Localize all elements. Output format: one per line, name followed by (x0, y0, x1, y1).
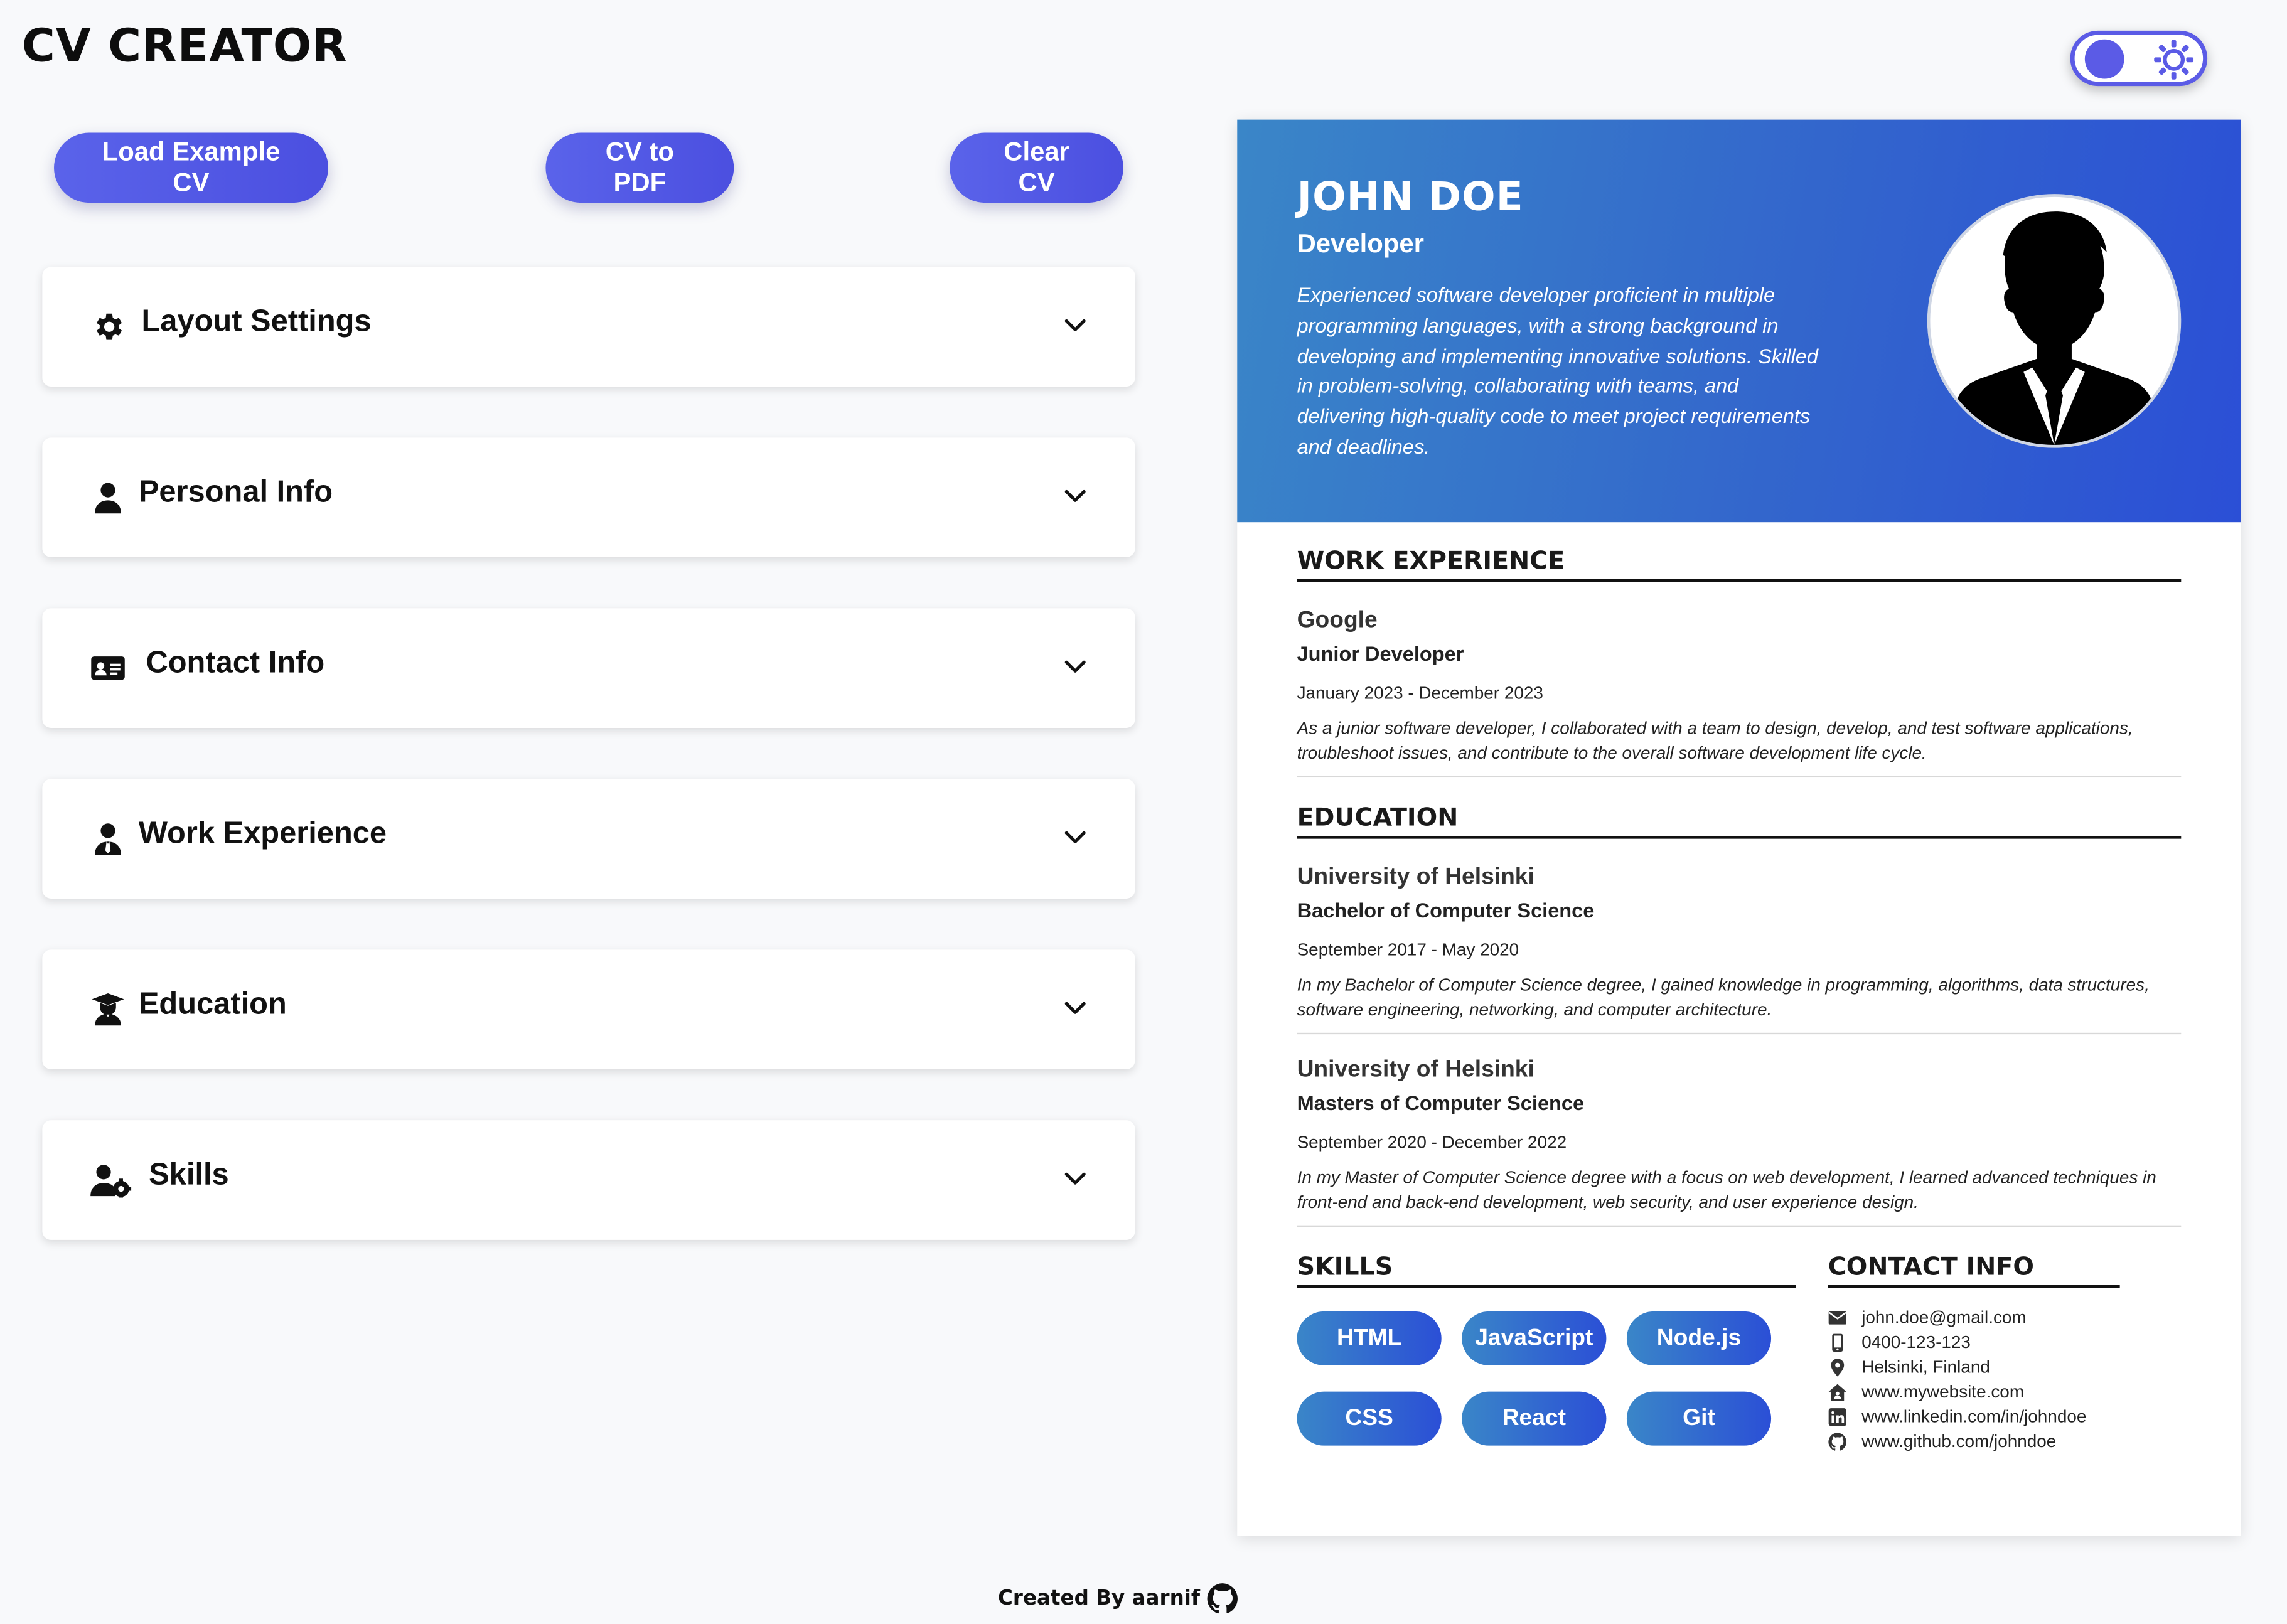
contact-linkedin: www.linkedin.com/in/johndoe (1828, 1406, 2087, 1427)
skill-pill: CSS (1297, 1391, 1442, 1446)
entry-dates: September 2020 - December 2022 (1297, 1131, 1567, 1153)
entry-dates: September 2017 - May 2020 (1297, 939, 1519, 960)
footer-text: Created By aarnif (998, 1587, 1201, 1611)
entry-role: Bachelor of Computer Science (1297, 898, 1595, 922)
skill-pill: Git (1626, 1391, 1772, 1446)
gear-icon (97, 313, 122, 340)
contact-phone: 0400-123-123 (1828, 1332, 1971, 1352)
linkedin-icon (1828, 1408, 1846, 1426)
github-icon (1828, 1432, 1846, 1450)
entry-description: In my Bachelor of Computer Science degre… (1297, 974, 2150, 1020)
panel-label: Education (138, 987, 287, 1022)
cv-summary: Experienced software developer proficien… (1297, 282, 1818, 458)
contact-text: www.linkedin.com/in/johndoe (1861, 1406, 2087, 1427)
skill-pill: JavaScript (1462, 1311, 1607, 1365)
education-entry: University of Helsinki Masters of Comput… (1297, 1057, 2182, 1227)
education-entry: University of Helsinki Bachelor of Compu… (1297, 865, 2182, 1035)
chevron-down-icon[interactable] (1064, 1167, 1087, 1190)
skill-pill: React (1462, 1391, 1607, 1446)
app-title: CV CREATOR (21, 20, 348, 73)
section-heading-contact: CONTACT INFO (1828, 1253, 2120, 1288)
clear-cv-button[interactable]: Clear CV (950, 132, 1123, 203)
chevron-down-icon[interactable] (1064, 484, 1087, 508)
avatar (1927, 194, 2182, 448)
contact-email: john.doe@gmail.com (1828, 1306, 2027, 1328)
cv-to-pdf-button[interactable]: CV to PDF (545, 132, 734, 203)
entry-org: Google (1297, 608, 1378, 633)
panel-skills[interactable]: Skills (42, 1120, 1135, 1240)
chevron-down-icon[interactable] (1064, 655, 1087, 678)
id-card-icon (91, 656, 125, 680)
contact-location: Helsinki, Finland (1828, 1357, 1990, 1377)
panel-contact-info[interactable]: Contact Info (42, 608, 1135, 728)
contact-text: 0400-123-123 (1861, 1332, 1971, 1352)
chevron-down-icon[interactable] (1064, 826, 1087, 849)
theme-toggle[interactable] (2070, 30, 2208, 87)
user-tie-icon (95, 823, 121, 855)
section-heading-work: WORK EXPERIENCE (1297, 547, 2182, 582)
cv-preview: JOHN DOE Developer Experienced software … (1237, 119, 2241, 1536)
cv-header: JOHN DOE Developer Experienced software … (1237, 119, 2241, 523)
graduate-icon (92, 993, 124, 1026)
user-icon (95, 483, 121, 514)
entry-divider (1297, 1032, 2182, 1035)
contact-text: Helsinki, Finland (1861, 1356, 1990, 1377)
entry-description: In my Master of Computer Science degree … (1297, 1167, 2156, 1212)
contact-website: www.mywebsite.com (1828, 1381, 2024, 1402)
phone-icon (1832, 1333, 1843, 1351)
entry-role: Junior Developer (1297, 641, 1464, 666)
panel-label: Contact Info (146, 646, 325, 680)
work-entry: Google Junior Developer January 2023 - D… (1297, 608, 2182, 778)
contact-text: www.github.com/johndoe (1861, 1431, 2057, 1451)
panel-layout-settings[interactable]: Layout Settings (42, 267, 1135, 387)
panel-label: Layout Settings (141, 304, 372, 339)
person-silhouette-icon (1953, 211, 2155, 446)
entry-role: Masters of Computer Science (1297, 1091, 1585, 1114)
contact-text: john.doe@gmail.com (1861, 1306, 2027, 1328)
chevron-down-icon[interactable] (1064, 314, 1087, 337)
sun-icon (2154, 40, 2194, 80)
panel-label: Work Experience (138, 816, 387, 851)
section-heading-skills: SKILLS (1297, 1253, 1796, 1288)
panel-education[interactable]: Education (42, 949, 1135, 1069)
panel-work-experience[interactable]: Work Experience (42, 779, 1135, 899)
entry-org: University of Helsinki (1297, 865, 1534, 890)
github-icon[interactable] (1206, 1583, 1238, 1615)
entry-dates: January 2023 - December 2023 (1297, 682, 1543, 703)
app-root: CV CREATOR Load Example CV CV to PDF Cle… (0, 0, 2287, 1623)
toggle-knob[interactable] (2084, 39, 2124, 79)
chevron-down-icon[interactable] (1064, 996, 1087, 1020)
entry-description: As a junior software developer, I collab… (1297, 717, 2133, 763)
skill-pill: Node.js (1626, 1311, 1772, 1365)
panel-label: Skills (149, 1158, 229, 1192)
panel-personal-info[interactable]: Personal Info (42, 437, 1135, 557)
entry-divider (1297, 776, 2182, 778)
skill-pill: HTML (1297, 1311, 1442, 1365)
contact-text: www.mywebsite.com (1861, 1381, 2025, 1402)
envelope-icon (1828, 1310, 1846, 1324)
load-example-button[interactable]: Load Example CV (54, 132, 329, 203)
cv-name: JOHN DOE (1297, 174, 1524, 221)
section-heading-education: EDUCATION (1297, 804, 2182, 839)
user-gear-icon (90, 1165, 132, 1198)
footer: Created By aarnif (998, 1583, 1238, 1615)
entry-divider (1297, 1225, 2182, 1227)
location-pin-icon (1831, 1357, 1845, 1376)
panel-label: Personal Info (138, 475, 333, 510)
entry-org: University of Helsinki (1297, 1057, 1534, 1082)
contact-github: www.github.com/johndoe (1828, 1431, 2057, 1451)
home-icon (1828, 1383, 1846, 1400)
cv-job-title: Developer (1297, 228, 1424, 259)
